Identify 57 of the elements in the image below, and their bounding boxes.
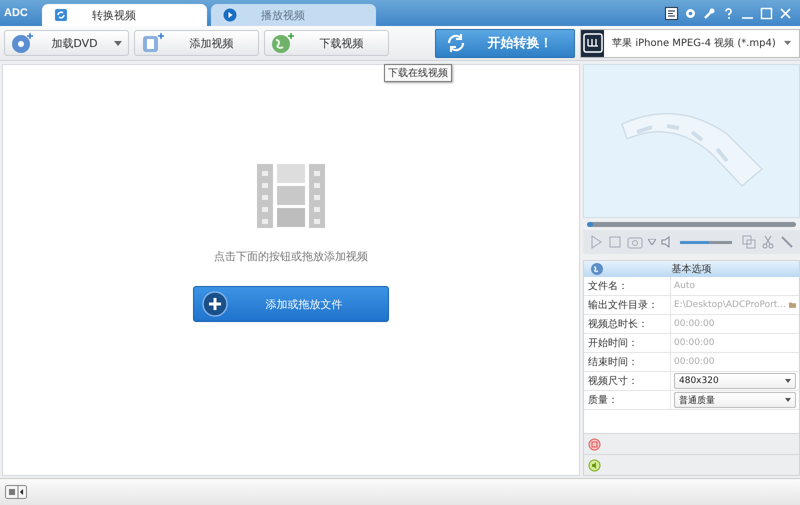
option-label: 输出文件目录： — [584, 296, 671, 314]
format-select[interactable]: 苹果 iPhone MPEG-4 视频 (*.mp4) — [580, 28, 800, 58]
option-select[interactable]: 480x320 — [674, 373, 796, 389]
subtitle-icon[interactable] — [588, 438, 601, 450]
play-icon[interactable] — [589, 235, 603, 249]
settings-icon[interactable] — [684, 6, 697, 20]
plus-icon — [202, 291, 228, 317]
add-files-button[interactable]: 添加或拖放文件 — [193, 286, 389, 322]
globe-icon — [271, 32, 295, 54]
option-label: 结束时间： — [584, 353, 671, 371]
close-icon[interactable] — [779, 6, 792, 20]
caret-icon — [785, 379, 791, 383]
feedback-icon[interactable] — [665, 6, 678, 20]
tooltip: 下载在线视频 — [384, 64, 452, 82]
option-select[interactable]: 普通质量 — [674, 392, 796, 408]
option-value[interactable]: Auto — [674, 281, 796, 291]
camera-icon[interactable] — [627, 235, 643, 249]
globe-icon — [590, 262, 604, 276]
stop-icon[interactable] — [608, 235, 622, 249]
all-formats-icon — [582, 33, 603, 53]
play-icon — [223, 8, 237, 22]
toolbar-button[interactable]: 下载视频 — [264, 30, 389, 56]
wrench-icon[interactable] — [703, 6, 716, 20]
option-label: 开始时间： — [584, 334, 671, 352]
options-title: 基本选项 — [670, 262, 712, 276]
volume-slider[interactable] — [680, 240, 732, 244]
toolbar-button[interactable]: 添加视频 — [134, 30, 259, 56]
copy-icon[interactable] — [742, 235, 756, 249]
refresh-icon — [446, 33, 466, 53]
option-value[interactable]: 00:00:00 — [674, 319, 796, 329]
app-logo: ADC — [4, 7, 29, 19]
caret-icon — [785, 398, 791, 402]
option-value[interactable]: E:\Desktop\ADCProPort... — [674, 300, 786, 310]
caret-icon — [114, 40, 122, 46]
caret-icon[interactable] — [648, 239, 656, 245]
toolbar-button[interactable]: 加载DVD — [4, 30, 129, 56]
option-label: 质量： — [584, 391, 671, 409]
start-convert-button[interactable]: 开始转换！ — [435, 28, 575, 58]
scissors-icon[interactable] — [761, 235, 775, 249]
tab[interactable]: 播放视频 — [211, 4, 376, 26]
option-value[interactable]: 00:00:00 — [674, 338, 796, 348]
caret-icon — [784, 40, 791, 46]
tab[interactable]: 转换视频 — [42, 4, 207, 26]
refresh-icon — [54, 8, 68, 22]
film-strip-icon — [256, 163, 326, 229]
option-value[interactable]: 00:00:00 — [674, 357, 796, 367]
panel-toggle-icon[interactable] — [5, 485, 27, 499]
audio-icon[interactable] — [588, 458, 601, 472]
help-icon[interactable] — [722, 6, 735, 20]
maximize-icon[interactable] — [760, 6, 773, 20]
option-label: 视频尺寸： — [584, 372, 671, 390]
option-label: 视频总时长： — [584, 315, 671, 333]
film-icon — [141, 32, 165, 54]
disc-icon — [11, 32, 35, 54]
drop-hint: 点击下面的按钮或拖放添加视频 — [214, 249, 368, 264]
option-label: 文件名： — [584, 277, 671, 295]
folder-icon[interactable] — [788, 300, 796, 310]
